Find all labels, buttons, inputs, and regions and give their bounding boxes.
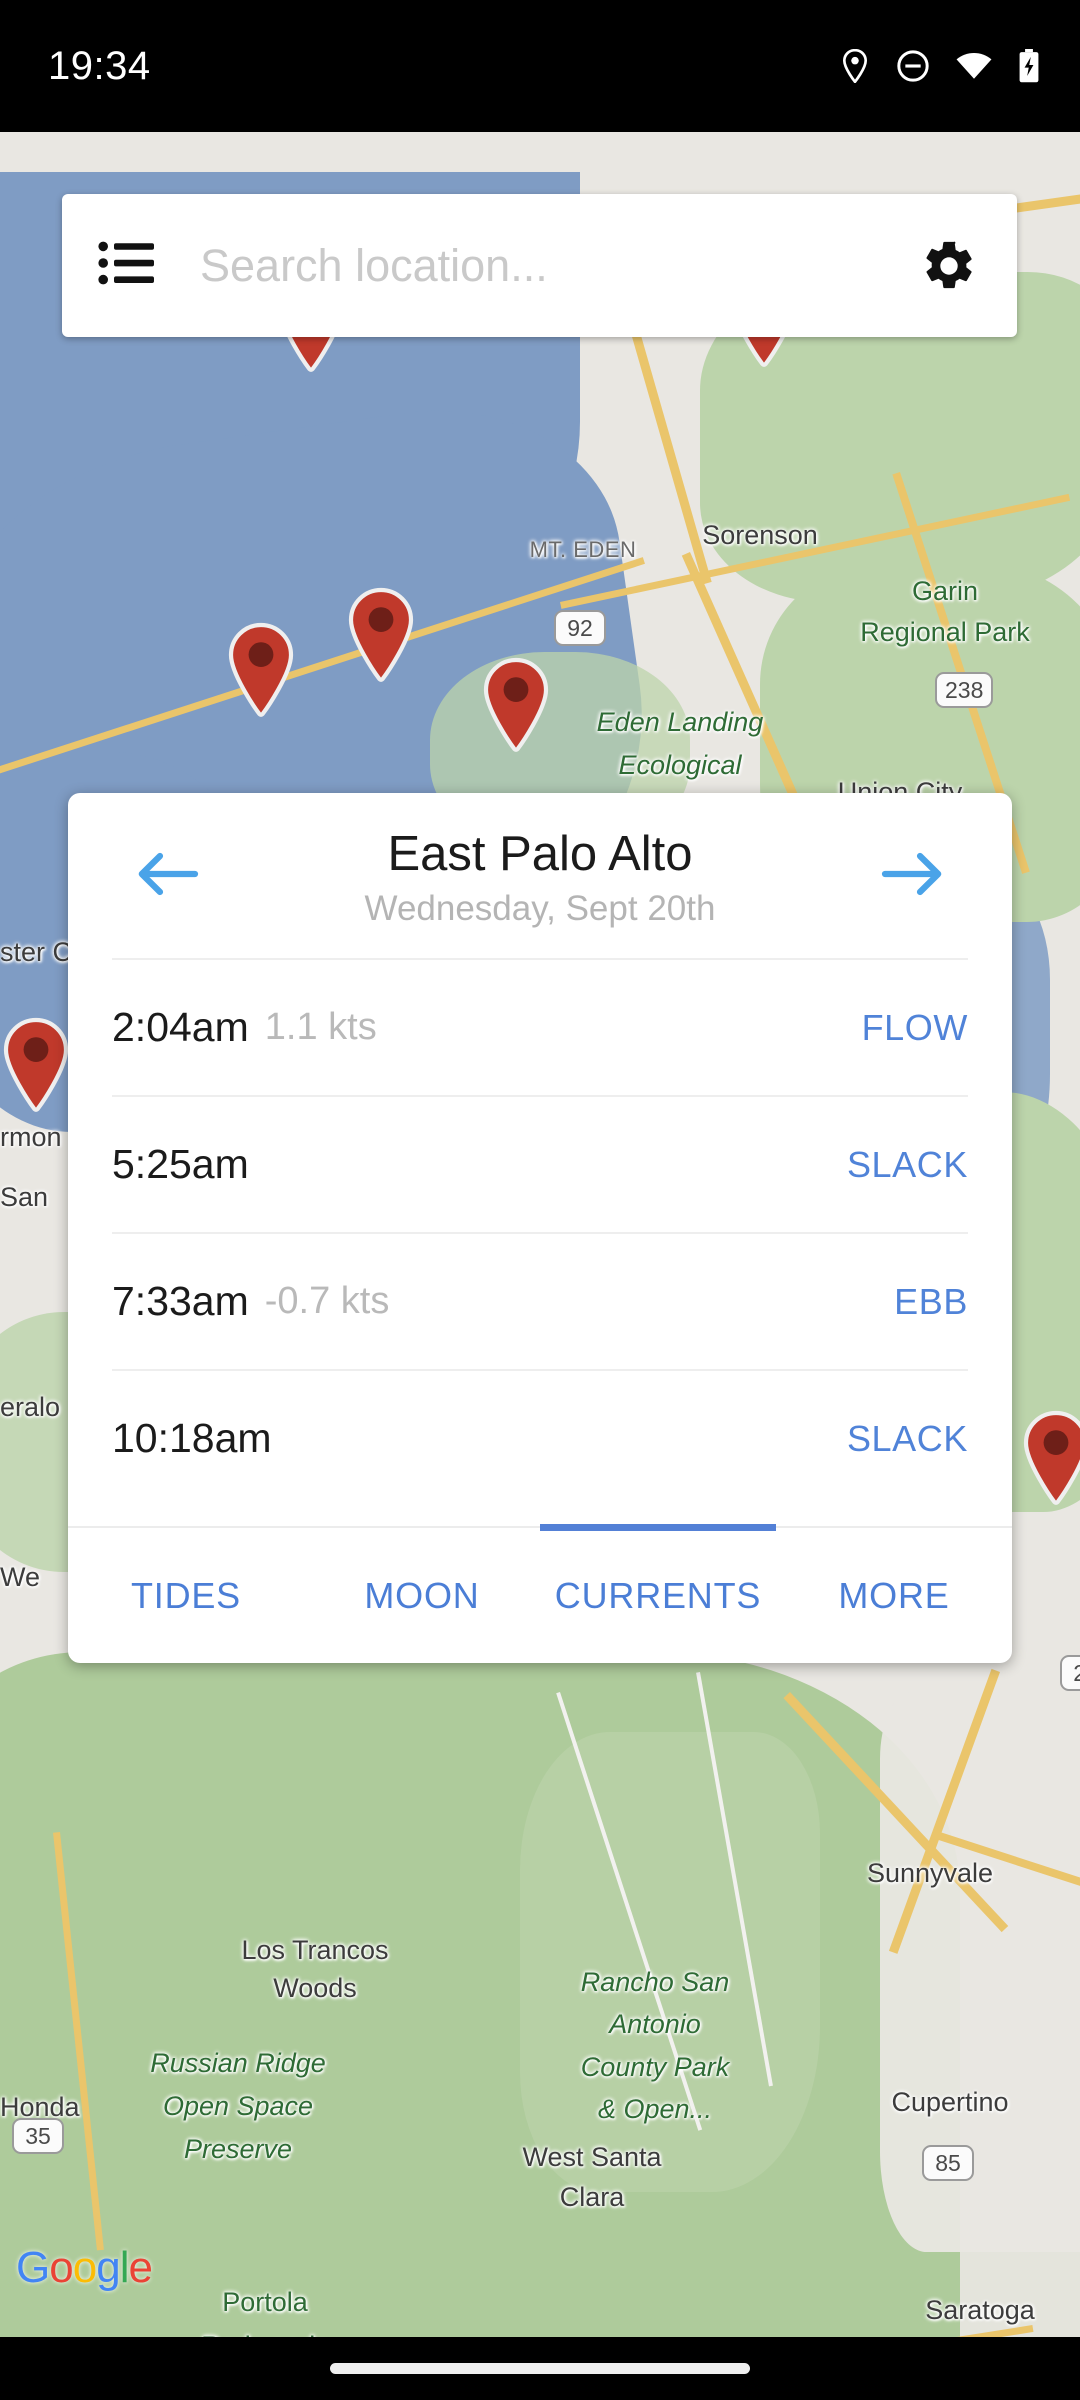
status-icons [840,49,1040,83]
map-label: County Park [580,2052,730,2082]
map-label: Los Trancos [241,1935,389,1965]
card-header: East Palo Alto Wednesday, Sept 20th [68,793,1012,958]
map-label: Preserve [183,2134,293,2164]
google-logo: Google [16,2243,153,2292]
tab-tides[interactable]: TIDES [68,1575,304,1617]
status-bar: 19:34 [0,0,1080,132]
battery-charging-icon [1018,49,1040,83]
arrow-left-icon [137,852,199,899]
map-label: Clara [559,2182,625,2212]
card-tab-bar[interactable]: TIDES MOON CURRENTS MORE [68,1524,1012,1663]
map-label: We [0,1562,41,1592]
arrow-right-icon [881,852,943,899]
map-label: rmon [0,1122,62,1152]
card-location-title: East Palo Alto [387,827,693,882]
map-label: ster C [0,937,73,967]
map-label: eralo [0,1392,61,1422]
card-titles: East Palo Alto Wednesday, Sept 20th [365,822,716,928]
highway-shield-icon: 92 [554,610,606,646]
prediction-time: 10:18am [112,1415,272,1461]
list-icon[interactable] [98,240,160,291]
tide-info-card: East Palo Alto Wednesday, Sept 20th 2:04… [68,793,1012,1663]
prediction-time: 5:25am [112,1141,249,1187]
status-clock: 19:34 [48,43,151,88]
tab-moon[interactable]: MOON [304,1575,540,1617]
prediction-speed: -0.7 kts [264,1280,390,1322]
prediction-state-badge: FLOW [861,1006,968,1048]
prediction-row[interactable]: 5:25am SLACK [112,1095,968,1232]
wifi-icon [956,52,992,80]
map-label: Portola [222,2287,308,2317]
map-label: Russian Ridge [150,2048,326,2078]
next-day-button[interactable] [852,793,972,958]
prediction-row[interactable]: 10:18am SLACK [112,1369,968,1506]
prediction-state-badge: EBB [894,1280,968,1322]
map-label: Garin [911,576,979,606]
map-label: & Open... [597,2094,713,2124]
map-pin-icon[interactable] [480,657,552,753]
gear-icon[interactable] [919,237,979,295]
map-label: Eden Landing [596,707,764,737]
prediction-speed: 1.1 kts [264,1006,377,1048]
map-label: Woods [273,1973,357,2003]
prediction-row[interactable]: 2:04am 1.1 kts FLOW [112,958,968,1095]
card-date-subtitle: Wednesday, Sept 20th [364,889,716,929]
do-not-disturb-icon [896,49,930,83]
highway-shield-icon: 23 [1060,1655,1080,1691]
active-tab-indicator [540,1524,776,1531]
tab-more[interactable]: MORE [776,1575,1012,1617]
prediction-row[interactable]: 7:33am -0.7 kts EBB [112,1232,968,1369]
map-label: MT. EDEN [529,537,637,562]
map-label: Open Space [162,2091,314,2121]
map-label: Cupertino [891,2087,1009,2117]
search-input[interactable] [200,239,919,292]
map-pin-icon[interactable] [225,622,297,718]
map-label: Antonio [609,2009,701,2039]
gesture-handle[interactable] [330,2363,750,2374]
highway-shield-icon: 238 [935,672,994,708]
phone-screen: Castro ValleySorensonMT. EDENGarinRegion… [0,0,1080,2400]
map-label: Sunnyvale [866,1858,994,1888]
search-bar[interactable] [62,194,1017,337]
highway-shield-icon: 35 [12,2118,64,2154]
highway-shield-icon: 85 [922,2145,974,2181]
map-label: Saratoga [925,2295,1035,2325]
prev-day-button[interactable] [108,793,228,958]
map-pin-icon[interactable] [1020,1410,1080,1506]
map-pin-icon[interactable] [0,1017,72,1113]
location-pin-icon [840,49,870,83]
map-pin-icon[interactable] [345,587,417,683]
prediction-state-badge: SLACK [846,1417,968,1459]
prediction-time: 7:33am [112,1278,249,1324]
map-label: San [0,1182,49,1212]
map-label: West Santa [522,2142,662,2172]
current-predictions-list: 2:04am 1.1 kts FLOW 5:25am SLACK 7:33am -0.7 k… [68,958,1012,1526]
tab-currents[interactable]: CURRENTS [540,1575,776,1617]
map-label: Rancho San [580,1967,730,1997]
map-label: Ecological [618,750,742,780]
map-label: Sorenson [702,520,818,550]
prediction-state-badge: SLACK [846,1143,968,1185]
prediction-time: 2:04am [112,1004,249,1050]
system-nav-bar [0,2337,1080,2400]
map-label: Regional Park [860,617,1030,647]
